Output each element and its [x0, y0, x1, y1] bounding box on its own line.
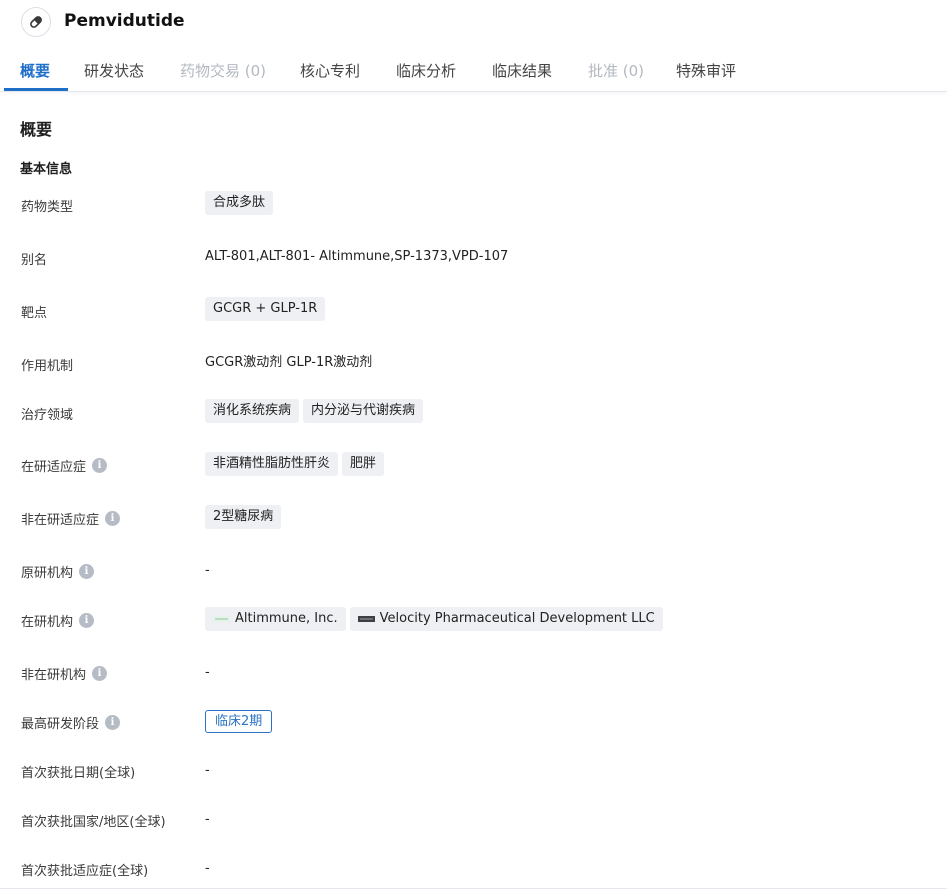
- tab-overview[interactable]: 概要: [20, 60, 50, 81]
- field-label: 首次获批日期(全球): [21, 766, 136, 781]
- field-label: 靶点: [21, 306, 48, 321]
- alias-value: ALT-801,ALT-801- Altimmune,SP-1373,VPD-1…: [205, 249, 509, 264]
- tab-approval[interactable]: 批准 (0): [588, 60, 644, 81]
- tab-rd-status[interactable]: 研发状态: [84, 60, 144, 81]
- info-icon[interactable]: i: [105, 511, 121, 526]
- field-value: 合成多肽: [205, 191, 277, 215]
- inactive-org-value: -: [205, 665, 210, 680]
- field-value: GCGR + GLP-1R: [205, 297, 329, 321]
- field-value: 临床2期: [205, 710, 273, 733]
- originator-value: -: [205, 563, 210, 578]
- tab-deals[interactable]: 药物交易 (0): [180, 60, 266, 81]
- target-tag[interactable]: GCGR + GLP-1R: [205, 297, 326, 321]
- therapeutic-area-tag[interactable]: 内分泌与代谢疾病: [303, 399, 424, 423]
- tab-clinical-analysis[interactable]: 临床分析: [396, 60, 456, 81]
- field-label: 非在研适应症 i: [21, 509, 121, 528]
- active-tab-indicator: [4, 88, 68, 91]
- info-icon[interactable]: i: [79, 613, 95, 628]
- org-name: Velocity Pharmaceutical Development LLC: [379, 611, 655, 626]
- phase-badge[interactable]: 临床2期: [205, 710, 273, 733]
- pill-icon: [21, 7, 51, 37]
- section-title: 概要: [20, 120, 53, 139]
- therapeutic-area-tag[interactable]: 消化系统疾病: [205, 399, 300, 423]
- field-label: 药物类型: [21, 200, 74, 215]
- info-icon[interactable]: i: [105, 715, 121, 730]
- org-tag[interactable]: Altimmune, Inc.: [205, 607, 346, 631]
- field-value: 非酒精性脂肪性肝炎 肥胖: [205, 452, 388, 476]
- basic-info-title: 基本信息: [20, 162, 73, 177]
- field-label: 首次获批国家/地区(全球): [21, 815, 166, 830]
- field-label: 最高研发阶段 i: [21, 713, 121, 732]
- first-approval-indication-value: -: [205, 861, 210, 876]
- field-label-text: 非在研适应症: [21, 513, 100, 528]
- field-label-text: 原研机构: [21, 566, 74, 581]
- tab-bar: 概要 研发状态 药物交易 (0) 核心专利 临床分析 临床结果 批准 (0) 特…: [0, 50, 947, 92]
- field-label-text: 在研适应症: [21, 460, 87, 475]
- field-label: 别名: [21, 253, 48, 268]
- tab-special-review[interactable]: 特殊审评: [676, 60, 736, 81]
- header: Pemvidutide: [0, 0, 947, 46]
- indication-tag[interactable]: 2型糖尿病: [205, 505, 282, 529]
- field-label: 治疗领域: [21, 408, 74, 423]
- drug-type-tag[interactable]: 合成多肽: [205, 191, 274, 215]
- velocity-logo-icon: [357, 615, 375, 622]
- field-label: 在研适应症 i: [21, 456, 108, 475]
- org-name: Altimmune, Inc.: [235, 611, 338, 626]
- tab-clinical-results[interactable]: 临床结果: [492, 60, 552, 81]
- field-label-text: 非在研机构: [21, 668, 87, 683]
- field-label: 在研机构 i: [21, 611, 95, 630]
- field-value: Altimmune, Inc. Velocity Pharmaceutical …: [205, 607, 667, 631]
- indication-tag[interactable]: 非酒精性脂肪性肝炎: [205, 452, 339, 476]
- indication-tag[interactable]: 肥胖: [342, 452, 385, 476]
- info-icon[interactable]: i: [79, 564, 95, 579]
- org-tag[interactable]: Velocity Pharmaceutical Development LLC: [349, 607, 663, 631]
- field-label: 原研机构 i: [21, 562, 95, 581]
- field-label-text: 在研机构: [21, 615, 74, 630]
- info-icon[interactable]: i: [92, 458, 108, 473]
- field-label: 作用机制: [21, 359, 74, 374]
- field-label: 首次获批适应症(全球): [21, 864, 149, 879]
- field-label: 非在研机构 i: [21, 664, 108, 683]
- first-approval-country-value: -: [205, 812, 210, 827]
- mechanism-value: GCGR激动剂 GLP-1R激动剂: [205, 355, 373, 370]
- field-value: 2型糖尿病: [205, 505, 285, 529]
- altimmune-logo-icon: [213, 615, 230, 622]
- field-label-text: 最高研发阶段: [21, 717, 100, 732]
- divider: [0, 888, 947, 889]
- field-value: 消化系统疾病 内分泌与代谢疾病: [205, 399, 427, 423]
- tab-core-patents[interactable]: 核心专利: [300, 60, 360, 81]
- first-approval-date-value: -: [205, 763, 210, 778]
- info-icon[interactable]: i: [92, 666, 108, 681]
- drug-title: Pemvidutide: [64, 11, 185, 31]
